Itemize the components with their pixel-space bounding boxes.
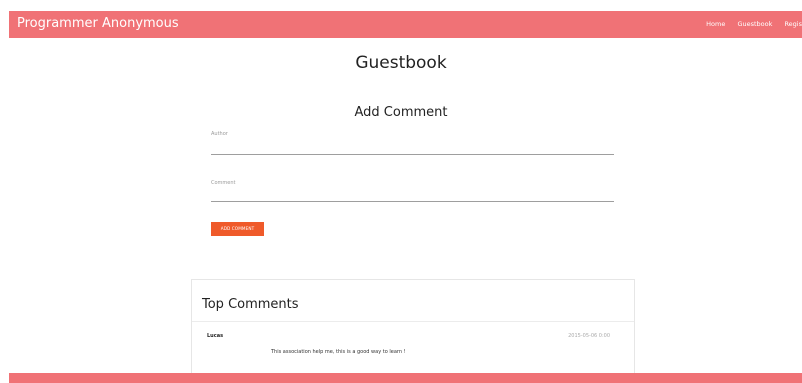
comment-date: 2015-05-06 0:00: [568, 333, 610, 339]
guestbook-page: Programmer Anonymous Home Guestbook Regi…: [0, 0, 802, 383]
footer-bar: [9, 373, 802, 383]
comment-author: Lucas: [207, 333, 224, 339]
add-comment-heading: Add Comment: [354, 105, 448, 120]
page-title: Guestbook: [355, 53, 447, 73]
comment-input[interactable]: [211, 201, 614, 202]
card-divider: [192, 321, 634, 322]
comment-text: This association help me, this is a good…: [271, 349, 406, 355]
nav-link-register[interactable]: Regis: [784, 19, 802, 29]
add-comment-button[interactable]: ADD COMMENT: [211, 222, 264, 236]
nav-link-home[interactable]: Home: [706, 19, 725, 29]
nav-link-guestbook[interactable]: Guestbook: [737, 19, 772, 29]
top-navbar: Programmer Anonymous Home Guestbook Regi…: [9, 11, 802, 38]
comment-field-label: Comment: [211, 180, 236, 186]
brand-link[interactable]: Programmer Anonymous: [17, 15, 179, 33]
top-comments-card: Top Comments Lucas 2015-05-06 0:00 This …: [191, 279, 635, 383]
top-comments-title: Top Comments: [202, 297, 299, 312]
nav-links: Home Guestbook Regis: [696, 19, 802, 29]
author-field-label: Author: [211, 131, 228, 137]
author-input[interactable]: [211, 154, 614, 155]
